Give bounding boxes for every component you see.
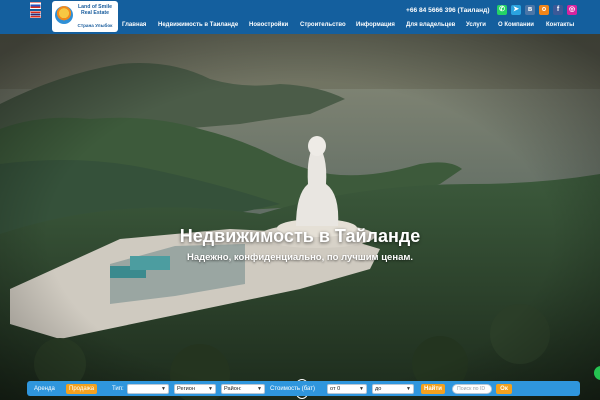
property-search-bar: Аренда Продажа Тип: ▼ Регион ▼ Район: ▼ … xyxy=(27,381,580,396)
odnoklassniki-icon[interactable]: о xyxy=(539,5,549,15)
chevron-down-icon: ▼ xyxy=(161,386,166,392)
nav-item-about[interactable]: О Компании xyxy=(498,22,534,28)
whatsapp-icon[interactable]: ✆ xyxy=(497,5,507,15)
find-button[interactable]: Найти xyxy=(421,384,445,394)
id-search-input[interactable]: Поиск по ID xyxy=(452,384,492,394)
district-select[interactable]: Район: ▼ xyxy=(221,384,265,394)
language-switcher xyxy=(30,2,41,20)
chevron-down-icon: ▼ xyxy=(257,386,262,392)
tab-sale[interactable]: Продажа xyxy=(66,384,98,394)
chevron-down-icon: ▼ xyxy=(208,386,213,392)
nav-item-newbuilds[interactable]: Новостройки xyxy=(249,22,288,28)
nav-item-contacts[interactable]: Контакты xyxy=(546,22,574,28)
facebook-icon[interactable]: f xyxy=(553,5,563,15)
price-label: Стоимость (бат) xyxy=(270,386,315,392)
tab-rent[interactable]: Аренда xyxy=(34,384,55,394)
hero-background-image xyxy=(0,34,600,400)
hero-subtitle: Надежно, конфиденциально, по лучшим цена… xyxy=(186,252,414,263)
phone-number[interactable]: +66 84 5666 396 (Таиланд) xyxy=(406,7,490,14)
chevron-down-icon: ▼ xyxy=(406,386,411,392)
flag-th-icon[interactable] xyxy=(30,11,41,18)
logo-sun-icon xyxy=(55,6,73,24)
price-to-select[interactable]: до ▼ xyxy=(372,384,414,394)
price-to-value: до xyxy=(375,386,382,392)
district-select-value: Район: xyxy=(224,386,242,392)
region-select-value: Регион xyxy=(177,386,195,392)
type-label: Тип: xyxy=(112,386,124,392)
price-from-value: от 0 xyxy=(330,386,341,392)
nav-item-construction[interactable]: Строительство xyxy=(300,22,346,28)
hero-title: Недвижимость в Тайланде xyxy=(179,226,421,246)
telegram-icon[interactable]: ➤ xyxy=(511,5,521,15)
nav-item-home[interactable]: Главная xyxy=(122,22,146,28)
nav-item-owners[interactable]: Для владельцев xyxy=(406,22,455,28)
site-header: Land of Smile Real Estate Страна Улыбок … xyxy=(0,0,600,34)
nav-item-realestate[interactable]: Недвижимость в Таиланде xyxy=(158,22,238,28)
region-select[interactable]: Регион ▼ xyxy=(174,384,216,394)
logo-title: Land of Smile Real Estate xyxy=(77,4,112,16)
ok-button[interactable]: Ок xyxy=(496,384,512,394)
nav-item-services[interactable]: Услуги xyxy=(466,22,486,28)
instagram-icon[interactable]: ◎ xyxy=(567,5,577,15)
hero-banner: Недвижимость в Тайланде Надежно, конфиде… xyxy=(0,34,600,400)
site-logo[interactable]: Land of Smile Real Estate Страна Улыбок xyxy=(52,1,118,32)
vk-icon[interactable]: в xyxy=(525,5,535,15)
flag-ru-icon[interactable] xyxy=(30,2,41,9)
logo-tagline: Страна Улыбок xyxy=(77,23,113,28)
chevron-down-icon: ▼ xyxy=(359,386,364,392)
type-select[interactable]: ▼ xyxy=(127,384,169,394)
nav-item-information[interactable]: Информация xyxy=(356,22,395,28)
price-from-select[interactable]: от 0 ▼ xyxy=(327,384,367,394)
